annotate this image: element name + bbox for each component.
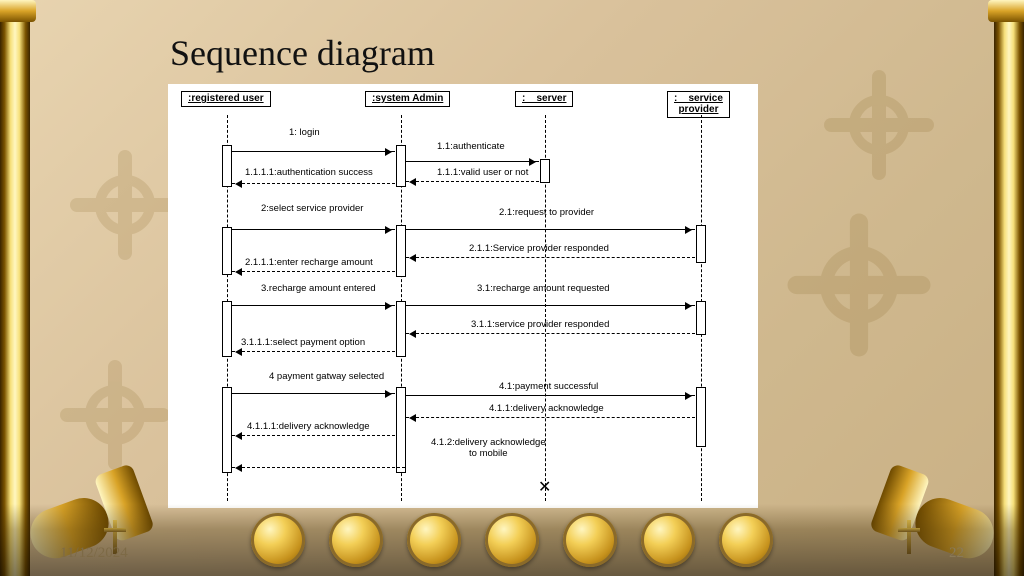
- activation-bar: [396, 301, 406, 357]
- nav-torch-icon[interactable]: [641, 513, 695, 567]
- activation-bar: [696, 225, 706, 263]
- activation-bar: [696, 301, 706, 335]
- arrow: [406, 257, 695, 258]
- arrow: [232, 151, 395, 152]
- nav-globe-icon[interactable]: [485, 513, 539, 567]
- arrow: [406, 333, 695, 334]
- arrow: [232, 183, 395, 184]
- arrow: [232, 351, 395, 352]
- nav-scrollbook-icon[interactable]: [407, 513, 461, 567]
- msg-amount-requested: 3.1:recharge amount requested: [477, 283, 610, 294]
- activation-bar: [540, 159, 550, 183]
- sequence-diagram: :registered user :system Admin : server …: [168, 84, 758, 508]
- msg-valid-user: 1.1.1:valid user or not: [437, 167, 528, 178]
- bottom-nav: 11/12/2024 22: [0, 504, 1024, 576]
- msg-amount-entered: 3.recharge amount entered: [261, 283, 376, 294]
- arrow: [232, 393, 395, 394]
- activation-bar: [396, 387, 406, 473]
- arrow: [232, 435, 395, 436]
- msg-request-provider: 2.1:request to provider: [499, 207, 594, 218]
- msg-authenticate: 1.1:authenticate: [437, 141, 505, 152]
- msg-login: 1: login: [289, 127, 320, 138]
- slide-title: Sequence diagram: [170, 32, 435, 74]
- bg-ornament: [70, 150, 180, 260]
- msg-delivery-ack-1: 4.1.1:delivery acknowledge: [489, 403, 604, 414]
- arrow: [406, 181, 539, 182]
- nav-dome-icon[interactable]: [251, 513, 305, 567]
- slide-date: 11/12/2024: [60, 545, 128, 562]
- arrow: [232, 305, 395, 306]
- pillar-right: [994, 0, 1024, 576]
- msg-provider-responded-2: 3.1.1:service provider responded: [471, 319, 609, 330]
- participant-system-admin: :system Admin: [365, 91, 450, 107]
- msg-select-payment: 3.1.1.1:select payment option: [241, 337, 365, 348]
- nav-book-icon[interactable]: [329, 513, 383, 567]
- activation-bar: [396, 225, 406, 277]
- arrow: [232, 271, 395, 272]
- msg-payment-successful: 4.1:payment successful: [499, 381, 598, 392]
- arrow: [406, 417, 695, 418]
- bg-ornament: [60, 360, 170, 470]
- msg-select-provider: 2:select service provider: [261, 203, 363, 214]
- participant-server: : server: [515, 91, 573, 107]
- participant-registered-user: :registered user: [181, 91, 271, 107]
- participant-service-provider: : service provider: [667, 91, 730, 118]
- nav-compass-icon[interactable]: [719, 513, 773, 567]
- msg-delivery-ack-mobile: 4.1.2:delivery acknowledge to mobile: [431, 437, 546, 459]
- bg-ornament: [788, 214, 931, 357]
- activation-bar: [222, 387, 232, 473]
- msg-enter-amount: 2.1.1.1:enter recharge amount: [245, 257, 373, 268]
- activation-bar: [696, 387, 706, 447]
- nav-scroll-icon[interactable]: [563, 513, 617, 567]
- arrow: [406, 395, 695, 396]
- arrow: [232, 229, 395, 230]
- lifeline-end-x: ✕: [538, 477, 551, 497]
- msg-gateway-selected: 4 payment gatway selected: [269, 371, 384, 382]
- arrow: [406, 229, 695, 230]
- msg-provider-responded: 2.1.1:Service provider responded: [469, 243, 609, 254]
- arrow: [406, 305, 695, 306]
- bg-ornament: [824, 70, 934, 180]
- arrow: [232, 467, 405, 468]
- slide-number: 22: [949, 545, 964, 562]
- msg-auth-success: 1.1.1.1:authentication success: [245, 167, 373, 178]
- pillar-left: [0, 0, 30, 576]
- msg-delivery-ack-2: 4.1.1.1:delivery acknowledge: [247, 421, 370, 432]
- arrow: [406, 161, 539, 162]
